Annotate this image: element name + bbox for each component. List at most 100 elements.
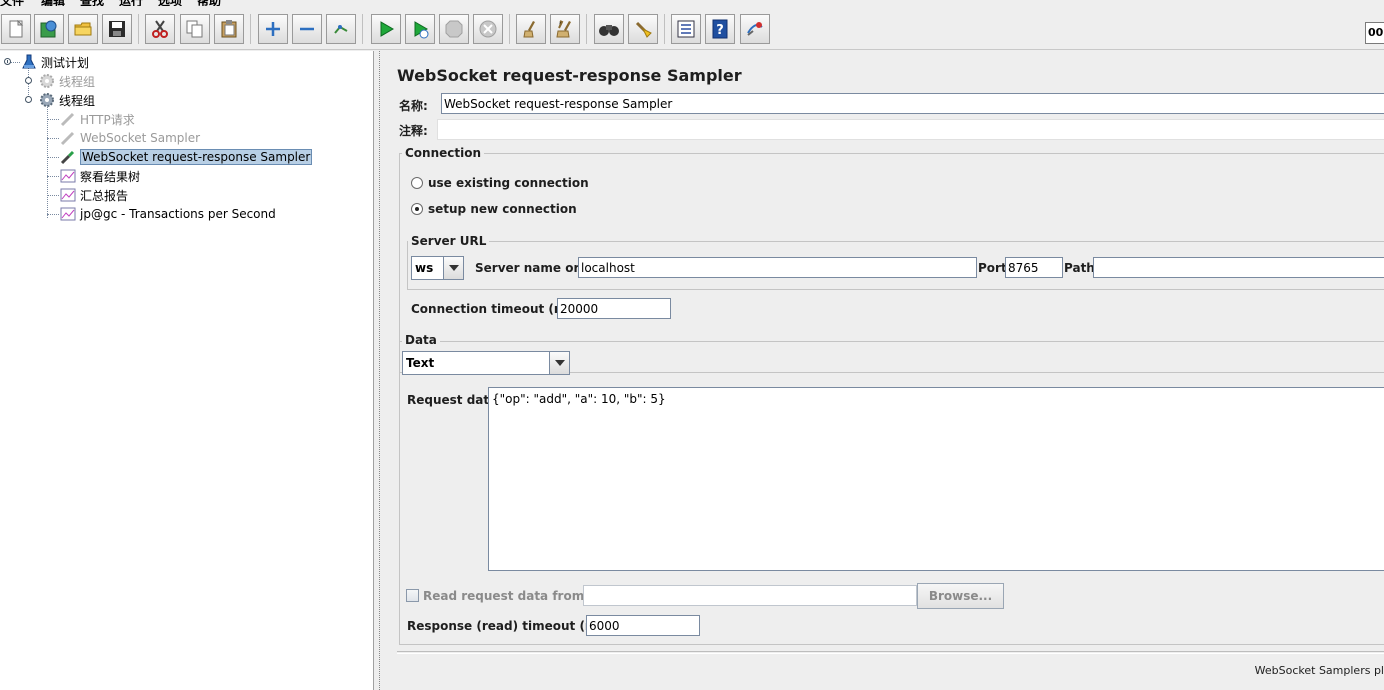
chevron-down-icon bbox=[443, 257, 463, 279]
name-field[interactable]: WebSocket request-response Sampler bbox=[441, 93, 1384, 114]
setup-new-label: setup new connection bbox=[428, 202, 577, 216]
copy-button[interactable] bbox=[180, 14, 210, 44]
shutdown-icon bbox=[479, 20, 497, 38]
search-button[interactable] bbox=[594, 14, 624, 44]
tree-node-label: 线程组 bbox=[59, 74, 96, 89]
stop-button[interactable] bbox=[439, 14, 469, 44]
tree-connector bbox=[47, 119, 59, 120]
reset-search-button[interactable] bbox=[628, 14, 658, 44]
toolbar-separator bbox=[586, 14, 587, 44]
tree-node-test-plan[interactable]: 测试计划 bbox=[20, 53, 89, 71]
tree-connector bbox=[47, 157, 59, 158]
footer-credit: WebSocket Samplers pl bbox=[1254, 664, 1384, 677]
collapse-button[interactable] bbox=[292, 14, 322, 44]
reset-search-icon bbox=[635, 21, 652, 38]
tree-node-view-results-tree[interactable]: 察看结果树 bbox=[59, 167, 140, 185]
clear-all-button[interactable] bbox=[550, 14, 580, 44]
setup-new-radio[interactable] bbox=[411, 203, 423, 215]
save-button[interactable] bbox=[102, 14, 132, 44]
tree-expand-toggle[interactable] bbox=[24, 95, 33, 104]
cut-icon bbox=[152, 20, 168, 38]
stop-icon bbox=[445, 20, 463, 38]
sampler-icon bbox=[59, 111, 77, 127]
help-button[interactable]: ? bbox=[705, 14, 735, 44]
path-field[interactable] bbox=[1093, 257, 1384, 278]
open-icon bbox=[74, 22, 92, 36]
shutdown-button[interactable] bbox=[473, 14, 503, 44]
start-icon bbox=[380, 21, 394, 37]
sampler-icon bbox=[59, 149, 77, 165]
open-button[interactable] bbox=[68, 14, 98, 44]
function-helper-button[interactable] bbox=[671, 14, 701, 44]
new-icon bbox=[9, 20, 24, 38]
elapsed-timer: 00: bbox=[1365, 22, 1384, 44]
expand-button[interactable] bbox=[258, 14, 288, 44]
data-type-select[interactable]: Text bbox=[402, 351, 570, 375]
clear-icon bbox=[523, 21, 535, 38]
tree-node-websocket-sampler[interactable]: WebSocket Sampler bbox=[59, 129, 200, 147]
browse-button[interactable]: Browse... bbox=[917, 583, 1004, 609]
test-plan-icon bbox=[20, 54, 38, 70]
toolbar-separator bbox=[362, 14, 363, 44]
footer-divider bbox=[397, 651, 1384, 654]
templates-icon bbox=[40, 20, 57, 38]
port-field[interactable]: 8765 bbox=[1005, 257, 1063, 278]
tree-node-thread-group-disabled[interactable]: 线程组 bbox=[38, 72, 95, 90]
tree-expand-toggle[interactable] bbox=[24, 76, 33, 85]
remote-button[interactable] bbox=[740, 14, 770, 44]
response-timeout-label: Response (read) timeout (ms): bbox=[407, 619, 615, 633]
protocol-select[interactable]: ws bbox=[411, 256, 464, 280]
tree-node-thread-group[interactable]: 线程组 bbox=[38, 91, 95, 109]
toggle-button[interactable] bbox=[326, 14, 356, 44]
thread-group-icon bbox=[38, 73, 56, 89]
tree-expand-toggle[interactable] bbox=[3, 57, 12, 66]
toggle-icon bbox=[334, 25, 348, 34]
tree-connector bbox=[47, 195, 59, 196]
name-label: 名称: bbox=[399, 99, 428, 113]
search-icon bbox=[599, 25, 619, 36]
thread-group-icon bbox=[38, 92, 56, 108]
comment-field[interactable] bbox=[437, 119, 1384, 140]
start-no-pause-button[interactable] bbox=[405, 14, 435, 44]
response-timeout-field[interactable]: 6000 bbox=[586, 615, 700, 636]
tree-node-tps-listener[interactable]: jp@gc - Transactions per Second bbox=[59, 205, 276, 223]
tree-connector bbox=[47, 176, 59, 177]
tree-node-label: 察看结果树 bbox=[80, 169, 141, 184]
request-data-textarea[interactable]: {"op": "add", "a": 10, "b": 5} bbox=[488, 387, 1384, 571]
templates-button[interactable] bbox=[34, 14, 64, 44]
pane-splitter[interactable] bbox=[374, 51, 386, 690]
remote-icon bbox=[747, 22, 763, 36]
chevron-down-icon bbox=[549, 352, 569, 374]
test-plan-tree[interactable]: 测试计划 线程组 线程组 HTTP请求 WebSocket Sampler We… bbox=[0, 51, 374, 690]
tree-node-label: jp@gc - Transactions per Second bbox=[80, 207, 276, 221]
toolbar: ? 00: bbox=[0, 6, 1384, 50]
connection-timeout-field[interactable]: 20000 bbox=[557, 298, 671, 319]
start-button[interactable] bbox=[371, 14, 401, 44]
toolbar-separator bbox=[138, 14, 139, 44]
tree-node-http-request[interactable]: HTTP请求 bbox=[59, 110, 135, 128]
new-button[interactable] bbox=[1, 14, 31, 44]
file-path-field[interactable] bbox=[583, 585, 917, 606]
clear-button[interactable] bbox=[516, 14, 546, 44]
collapse-icon bbox=[300, 27, 314, 31]
server-url-title: Server URL bbox=[408, 234, 490, 248]
read-file-checkbox[interactable] bbox=[406, 589, 419, 602]
clear-all-icon bbox=[556, 20, 571, 38]
tree-node-websocket-rr-sampler[interactable]: WebSocket request-response Sampler bbox=[59, 148, 313, 166]
tree-node-label: 汇总报告 bbox=[80, 188, 129, 203]
tree-node-label: WebSocket Sampler bbox=[80, 131, 201, 145]
cut-button[interactable] bbox=[145, 14, 175, 44]
data-type-value: Text bbox=[406, 356, 435, 370]
paste-button[interactable] bbox=[214, 14, 244, 44]
tree-node-label: HTTP请求 bbox=[80, 112, 135, 127]
toolbar-separator bbox=[250, 14, 251, 44]
tree-connector bbox=[47, 214, 59, 215]
protocol-value: ws bbox=[415, 261, 434, 275]
listener-icon bbox=[59, 187, 77, 203]
expand-icon bbox=[266, 22, 280, 36]
tree-node-summary-report[interactable]: 汇总报告 bbox=[59, 186, 128, 204]
help-icon: ? bbox=[712, 19, 728, 39]
use-existing-radio[interactable] bbox=[411, 177, 423, 189]
toolbar-separator bbox=[509, 14, 510, 44]
server-field[interactable]: localhost bbox=[578, 257, 977, 278]
